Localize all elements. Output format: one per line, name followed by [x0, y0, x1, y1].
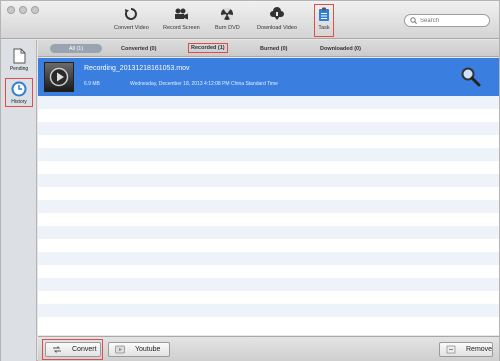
- convert-button-label: Convert: [72, 346, 97, 353]
- show-in-finder-button[interactable]: [460, 66, 482, 88]
- empty-row: [38, 161, 499, 174]
- empty-row: [38, 174, 499, 187]
- toolbar: Convert Video Record Screen Burn DVD Dow…: [1, 1, 499, 39]
- window-controls: [7, 6, 39, 14]
- empty-row: [38, 200, 499, 213]
- convert-video-button[interactable]: Convert Video: [114, 6, 149, 36]
- download-video-icon: [269, 6, 285, 22]
- empty-row: [38, 122, 499, 135]
- remove-icon: [446, 345, 456, 354]
- empty-row: [38, 213, 499, 226]
- youtube-button-label: Youtube: [135, 346, 161, 353]
- document-icon: [13, 48, 25, 64]
- convert-video-icon: [123, 6, 139, 22]
- empty-row: [38, 304, 499, 317]
- convert-icon: [52, 345, 62, 354]
- play-icon: [49, 67, 69, 87]
- empty-row: [38, 317, 499, 330]
- record-screen-label: Record Screen: [163, 25, 200, 31]
- app-window: Convert Video Record Screen Burn DVD Dow…: [0, 0, 500, 361]
- burn-dvd-button[interactable]: Burn DVD: [215, 6, 240, 36]
- tab-converted[interactable]: Converted (0): [121, 44, 156, 53]
- task-button[interactable]: Task: [314, 4, 334, 37]
- list-item[interactable]: Recording_20131218161053.mov 6.9 MB Wedn…: [38, 58, 499, 96]
- sidebar: Pending History: [1, 40, 37, 361]
- empty-row: [38, 96, 499, 109]
- empty-row: [38, 239, 499, 252]
- empty-row: [38, 265, 499, 278]
- empty-row: [38, 187, 499, 200]
- tab-recorded[interactable]: Recorded (1): [188, 43, 228, 53]
- close-window-button[interactable]: [7, 6, 15, 14]
- empty-row: [38, 109, 499, 122]
- youtube-icon: [115, 345, 125, 354]
- empty-row: [38, 291, 499, 304]
- tab-all[interactable]: All (1): [50, 44, 102, 53]
- bottom-bar: Convert Youtube Remove: [38, 336, 499, 361]
- video-thumbnail: [44, 62, 74, 92]
- magnifier-icon: [461, 67, 481, 87]
- tab-burned[interactable]: Burned (0): [260, 44, 288, 53]
- burn-dvd-icon: [219, 6, 235, 22]
- task-label: Task: [318, 25, 330, 31]
- sidebar-item-label: Pending: [9, 66, 29, 72]
- download-video-label: Download Video: [257, 25, 297, 31]
- minimize-window-button[interactable]: [19, 6, 27, 14]
- zoom-window-button[interactable]: [31, 6, 39, 14]
- clock-icon: [11, 81, 27, 97]
- download-video-button[interactable]: Download Video: [257, 6, 297, 36]
- search-input[interactable]: [420, 17, 480, 24]
- empty-row: [38, 148, 499, 161]
- file-size: 6.9 MB: [84, 81, 100, 87]
- remove-button[interactable]: Remove: [439, 342, 493, 357]
- convert-button[interactable]: Convert: [45, 342, 101, 357]
- convert-video-label: Convert Video: [114, 25, 149, 31]
- empty-row: [38, 278, 499, 291]
- record-screen-icon: [173, 6, 189, 22]
- tab-bar: All (1) Converted (0) Recorded (1) Burne…: [38, 40, 499, 57]
- youtube-button[interactable]: Youtube: [108, 342, 170, 357]
- search-icon: [410, 17, 417, 24]
- remove-button-label: Remove: [466, 346, 493, 353]
- record-screen-button[interactable]: Record Screen: [163, 6, 200, 36]
- empty-row: [38, 252, 499, 265]
- empty-row: [38, 226, 499, 239]
- tab-downloaded[interactable]: Downloaded (0): [320, 44, 361, 53]
- file-name: Recording_20131218161053.mov: [84, 65, 190, 72]
- search-box[interactable]: [404, 14, 490, 27]
- sidebar-item-label: History: [11, 99, 27, 105]
- sidebar-item-history[interactable]: History: [5, 78, 33, 107]
- task-icon: [316, 6, 332, 22]
- empty-row: [38, 135, 499, 148]
- sidebar-item-pending[interactable]: Pending: [5, 48, 33, 72]
- task-list: Recording_20131218161053.mov 6.9 MB Wedn…: [38, 58, 499, 335]
- burn-dvd-label: Burn DVD: [215, 25, 240, 31]
- file-date: Wednesday, December 18, 2013 4:12:08 PM …: [130, 81, 278, 87]
